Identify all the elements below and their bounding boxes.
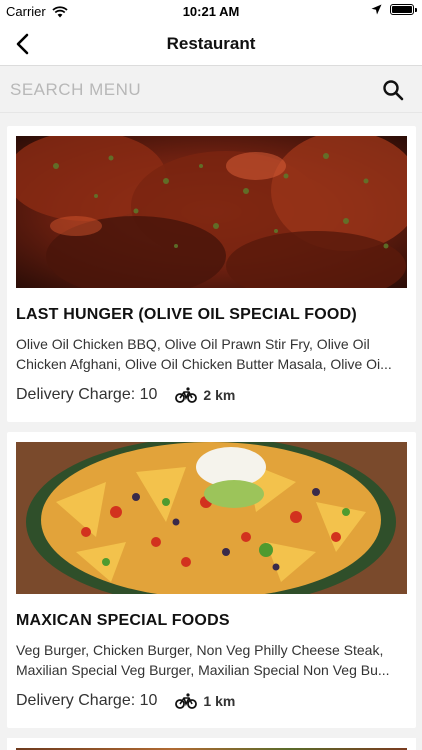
search-button[interactable]: [380, 77, 406, 103]
status-right: [371, 4, 417, 15]
delivery-charge: Delivery Charge: 10: [16, 386, 158, 403]
bicycle-icon: [175, 693, 198, 709]
bicycle-icon: [175, 387, 198, 403]
restaurant-image: [16, 442, 407, 594]
restaurant-card[interactable]: MAXICAN SPECIAL FOODS Veg Burger, Chicke…: [7, 432, 416, 728]
search-input[interactable]: [10, 77, 350, 103]
restaurant-card[interactable]: LAST HUNGER (OLIVE OIL SPECIAL FOOD) Oli…: [7, 126, 416, 422]
restaurant-name: MAXICAN SPECIAL FOODS: [16, 612, 230, 629]
distance: 2 km: [203, 387, 236, 403]
distance: 1 km: [203, 693, 236, 709]
restaurant-menu: Olive Oil Chicken BBQ, Olive Oil Prawn S…: [16, 336, 392, 372]
search-bar: [0, 67, 422, 113]
restaurant-name: LAST HUNGER (OLIVE OIL SPECIAL FOOD): [16, 306, 357, 323]
search-icon: [383, 80, 404, 101]
navigation-bar: Restaurant: [0, 22, 422, 66]
battery-icon: [390, 4, 417, 15]
delivery-charge: Delivery Charge: 10: [16, 692, 158, 709]
location-arrow-icon: [371, 4, 382, 15]
status-bar: Carrier 10:21 AM: [0, 0, 422, 22]
card-footer: Delivery Charge: 10 2 km: [16, 386, 235, 404]
page-title: Restaurant: [166, 34, 256, 53]
status-time: 10:21 AM: [182, 4, 240, 19]
card-footer: Delivery Charge: 10 1 km: [16, 692, 235, 710]
restaurant-image: [16, 136, 407, 288]
restaurant-card-partial[interactable]: [7, 738, 416, 750]
restaurant-menu: Veg Burger, Chicken Burger, Non Veg Phil…: [16, 642, 390, 678]
